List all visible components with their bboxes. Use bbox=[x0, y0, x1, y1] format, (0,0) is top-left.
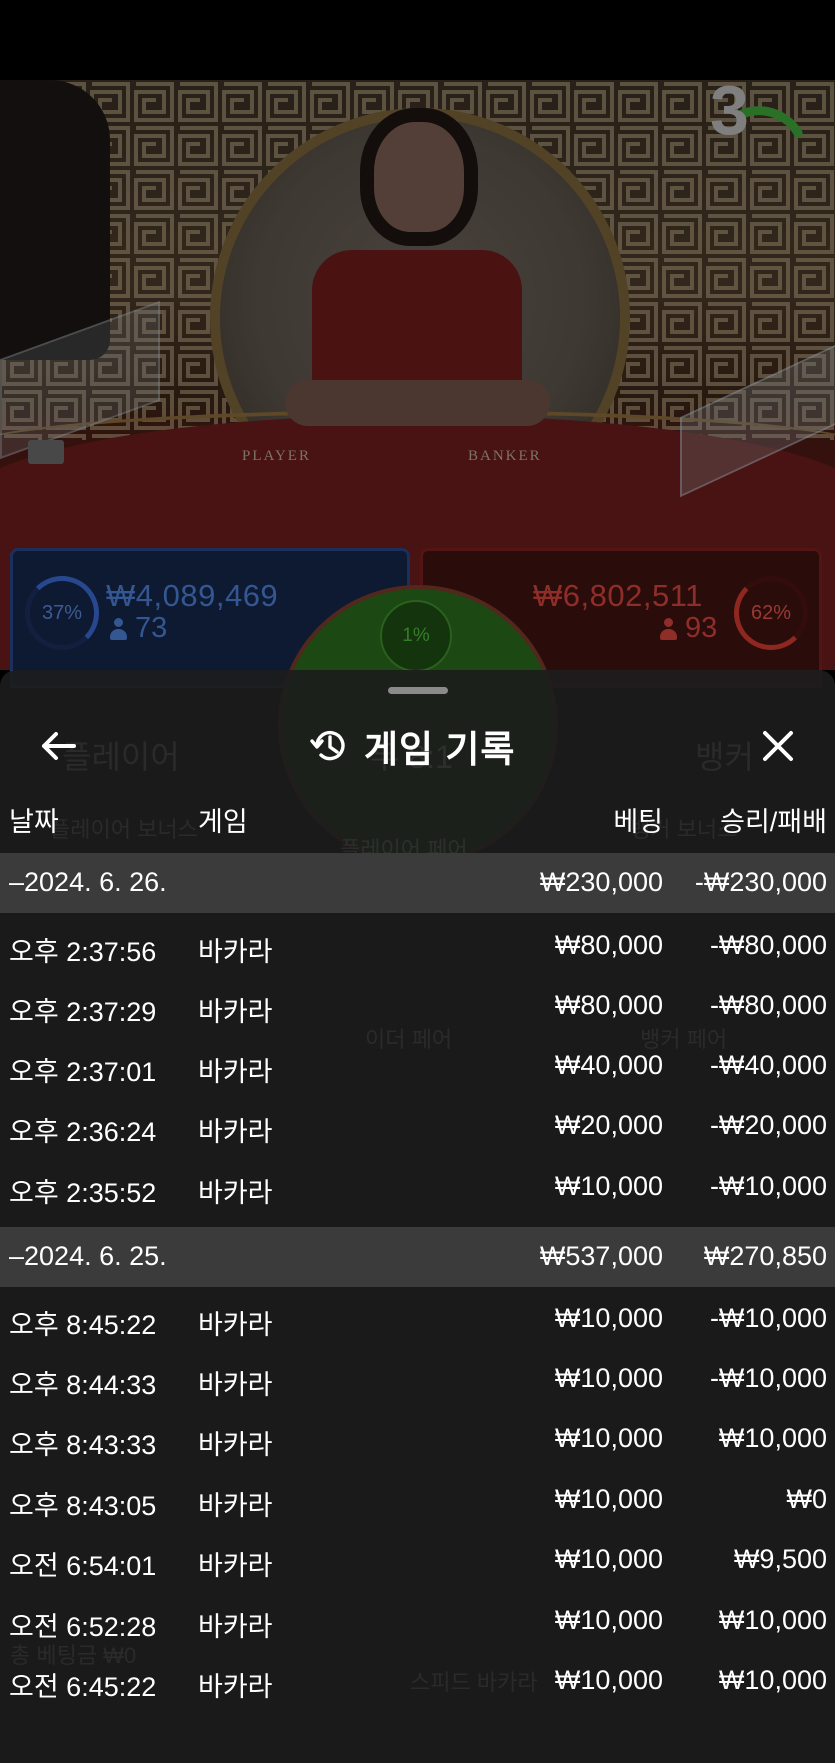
close-button[interactable] bbox=[750, 718, 806, 774]
table-row[interactable]: 오후 8:43:33 바카라 ₩10,000 ₩10,000 bbox=[0, 1408, 835, 1468]
row-result: -₩10,000 bbox=[709, 1171, 827, 1201]
sheet-title: 게임 기록 bbox=[364, 729, 516, 770]
row-game: 바카라 bbox=[198, 1117, 273, 1147]
row-bet: ₩40,000 bbox=[554, 1050, 663, 1080]
group-result-total: -₩230,000 bbox=[694, 867, 827, 897]
column-game: 게임 bbox=[198, 807, 248, 837]
table-header: 날짜 게임 베팅 승리/패배 bbox=[0, 800, 835, 850]
row-bet: ₩10,000 bbox=[554, 1605, 663, 1635]
row-game: 바카라 bbox=[198, 1178, 273, 1208]
date-group-header[interactable]: –2024. 6. 26. ₩230,000 -₩230,000 bbox=[0, 853, 835, 913]
row-result: ₩10,000 bbox=[718, 1605, 827, 1635]
column-bet: 베팅 bbox=[613, 807, 663, 837]
row-time: 오후 2:36:24 bbox=[9, 1117, 157, 1147]
arrow-left-icon bbox=[42, 732, 76, 760]
row-time: 오후 2:35:52 bbox=[9, 1178, 157, 1208]
row-time: 오후 8:45:22 bbox=[9, 1310, 157, 1340]
row-bet: ₩20,000 bbox=[554, 1110, 663, 1140]
drag-handle[interactable] bbox=[388, 687, 448, 694]
table-row[interactable]: 오후 8:45:22 바카라 ₩10,000 -₩10,000 bbox=[0, 1288, 835, 1348]
row-bet: ₩10,000 bbox=[554, 1363, 663, 1393]
row-bet: ₩80,000 bbox=[554, 990, 663, 1020]
row-time: 오후 8:44:33 bbox=[9, 1370, 157, 1400]
sheet-header: 게임 기록 bbox=[310, 718, 515, 774]
back-button[interactable] bbox=[30, 718, 86, 774]
row-result: ₩9,500 bbox=[733, 1544, 827, 1574]
row-game: 바카라 bbox=[198, 997, 273, 1027]
row-time: 오전 6:54:01 bbox=[9, 1551, 157, 1581]
row-result: ₩0 bbox=[786, 1484, 828, 1514]
row-bet: ₩10,000 bbox=[554, 1665, 663, 1695]
table-row[interactable]: 오후 2:36:24 바카라 ₩20,000 -₩20,000 bbox=[0, 1095, 835, 1155]
row-bet: ₩10,000 bbox=[554, 1171, 663, 1201]
row-time: 오후 8:43:33 bbox=[9, 1430, 157, 1460]
row-game: 바카라 bbox=[198, 1310, 273, 1340]
row-time: 오전 6:52:28 bbox=[9, 1612, 157, 1642]
table-row[interactable]: 오후 8:43:05 바카라 ₩10,000 ₩0 bbox=[0, 1469, 835, 1529]
row-time: 오후 2:37:29 bbox=[9, 997, 157, 1027]
row-result: -₩10,000 bbox=[709, 1363, 827, 1393]
row-result: ₩10,000 bbox=[718, 1665, 827, 1695]
column-date: 날짜 bbox=[9, 807, 59, 837]
row-bet: ₩10,000 bbox=[554, 1423, 663, 1453]
group-date: –2024. 6. 25. bbox=[9, 1241, 167, 1271]
row-bet: ₩10,000 bbox=[554, 1484, 663, 1514]
table-row[interactable]: 오전 6:54:01 바카라 ₩10,000 ₩9,500 bbox=[0, 1529, 835, 1589]
row-result: -₩20,000 bbox=[709, 1110, 827, 1140]
row-game: 바카라 bbox=[198, 1491, 273, 1521]
row-time: 오전 6:45:22 bbox=[9, 1672, 157, 1702]
row-game: 바카라 bbox=[198, 1612, 273, 1642]
bg-banker-bet-label: 뱅커 bbox=[695, 739, 754, 775]
row-result: -₩10,000 bbox=[709, 1303, 827, 1333]
row-result: -₩40,000 bbox=[709, 1050, 827, 1080]
date-group-header[interactable]: –2024. 6. 25. ₩537,000 ₩270,850 bbox=[0, 1227, 835, 1287]
row-game: 바카라 bbox=[198, 1370, 273, 1400]
row-game: 바카라 bbox=[198, 1430, 273, 1460]
row-time: 오후 2:37:01 bbox=[9, 1057, 157, 1087]
status-bar bbox=[0, 0, 835, 80]
row-game: 바카라 bbox=[198, 1551, 273, 1581]
close-icon bbox=[763, 731, 793, 761]
group-result-total: ₩270,850 bbox=[703, 1241, 827, 1271]
group-bet-total: ₩230,000 bbox=[539, 867, 663, 897]
table-row[interactable]: 오후 2:37:01 바카라 ₩40,000 -₩40,000 bbox=[0, 1035, 835, 1095]
row-game: 바카라 bbox=[198, 1057, 273, 1087]
row-time: 오후 8:43:05 bbox=[9, 1491, 157, 1521]
table-row[interactable]: 오후 8:44:33 바카라 ₩10,000 -₩10,000 bbox=[0, 1348, 835, 1408]
group-bet-total: ₩537,000 bbox=[539, 1241, 663, 1271]
table-row[interactable]: 오후 2:37:29 바카라 ₩80,000 -₩80,000 bbox=[0, 975, 835, 1035]
row-result: ₩10,000 bbox=[718, 1423, 827, 1453]
row-time: 오후 2:37:56 bbox=[9, 937, 157, 967]
row-game: 바카라 bbox=[198, 1672, 273, 1702]
row-result: -₩80,000 bbox=[709, 990, 827, 1020]
group-date: –2024. 6. 26. bbox=[9, 867, 167, 897]
row-result: -₩80,000 bbox=[709, 930, 827, 960]
column-result: 승리/패배 bbox=[720, 807, 827, 837]
table-row[interactable]: 오후 2:37:56 바카라 ₩80,000 -₩80,000 bbox=[0, 915, 835, 975]
history-clock-icon bbox=[310, 730, 345, 761]
row-game: 바카라 bbox=[198, 937, 273, 967]
row-bet: ₩10,000 bbox=[554, 1303, 663, 1333]
row-bet: ₩10,000 bbox=[554, 1544, 663, 1574]
game-history-sheet: 플레이어 무 8:1 뱅커 플레이어 보너스 플레이어 페어 뱅커 보너스 이더… bbox=[0, 670, 835, 1763]
dim-overlay bbox=[0, 80, 835, 670]
table-row[interactable]: 오전 6:45:22 바카라 ₩10,000 ₩10,000 bbox=[0, 1650, 835, 1710]
row-bet: ₩80,000 bbox=[554, 930, 663, 960]
table-row[interactable]: 오후 2:35:52 바카라 ₩10,000 -₩10,000 bbox=[0, 1156, 835, 1216]
table-row[interactable]: 오전 6:52:28 바카라 ₩10,000 ₩10,000 bbox=[0, 1590, 835, 1650]
